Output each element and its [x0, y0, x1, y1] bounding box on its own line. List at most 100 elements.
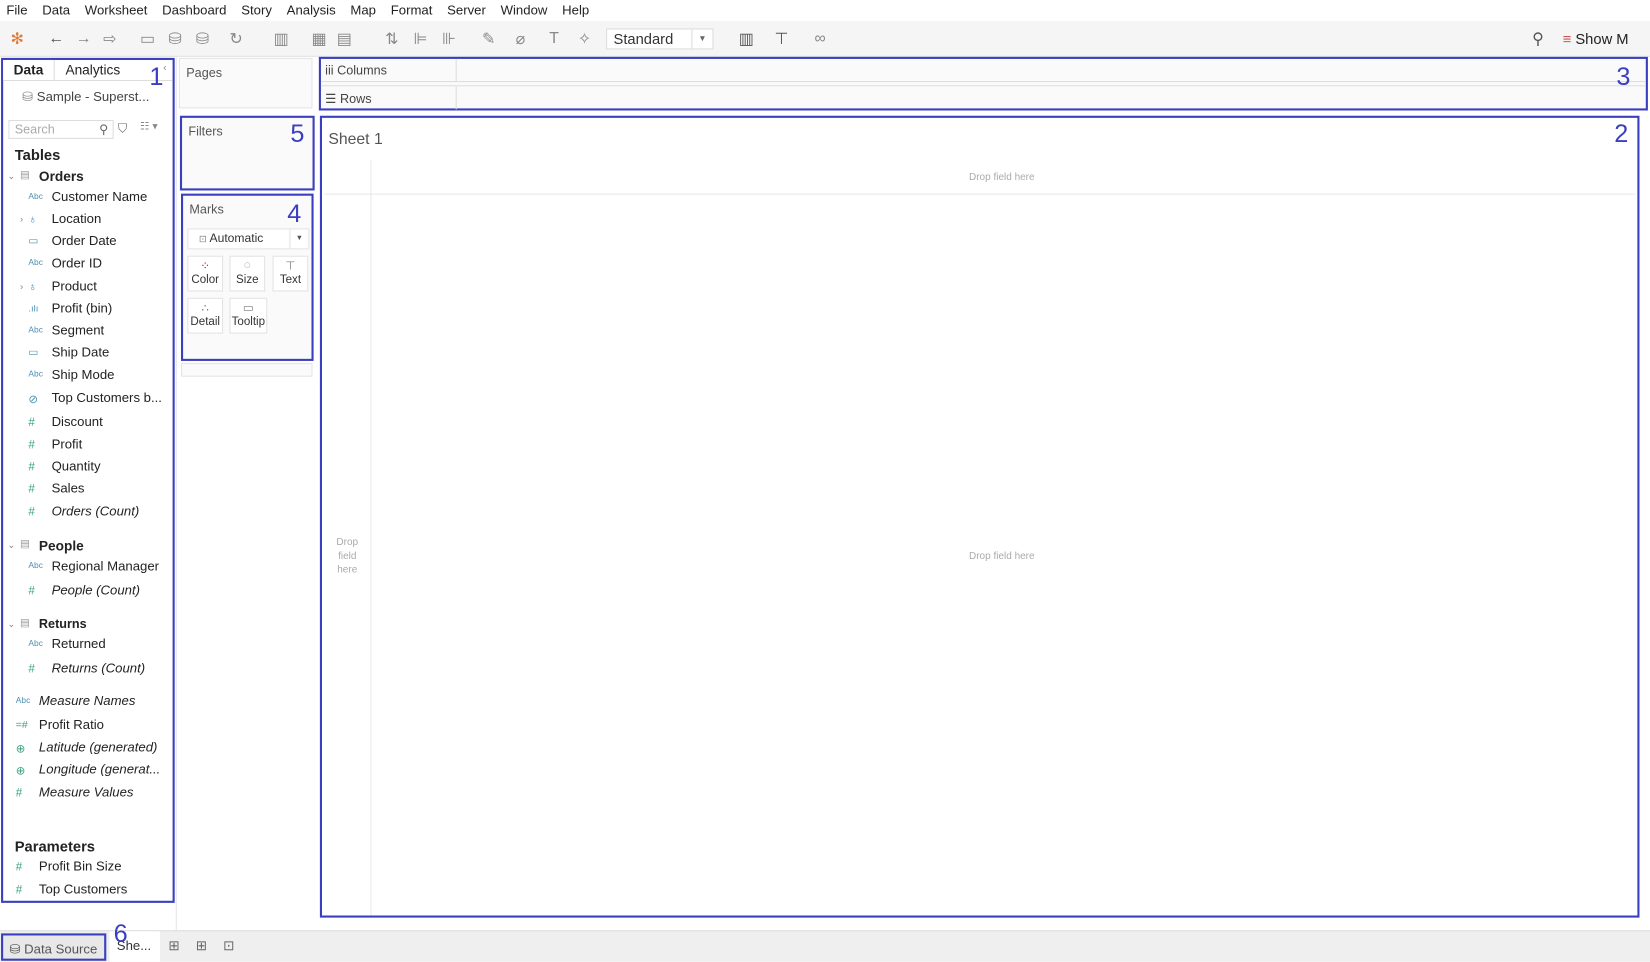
menu-analysis[interactable]: Analysis: [287, 3, 336, 18]
data-source-tab[interactable]: ⛁ Data Source: [1, 933, 107, 961]
refresh-icon[interactable]: ↻: [229, 29, 242, 49]
field-item[interactable]: Segment: [52, 323, 105, 338]
show-me-button[interactable]: ≡ Show M: [1563, 31, 1629, 48]
field-item[interactable]: Ship Mode: [52, 367, 115, 382]
rows-shelf[interactable]: ☰ Rows: [320, 85, 1646, 110]
group-icon[interactable]: ⌀: [516, 29, 526, 49]
field-item[interactable]: Profit Ratio: [39, 718, 104, 733]
collapse-icon[interactable]: ‹: [163, 62, 167, 74]
field-item[interactable]: Measure Names: [39, 693, 135, 708]
sort-desc-icon[interactable]: ⊪: [442, 29, 456, 49]
tables-header: Tables: [14, 146, 61, 164]
binoculars-icon[interactable]: ⚲: [1532, 29, 1544, 49]
field-item[interactable]: Latitude (generated): [39, 740, 157, 755]
field-item[interactable]: Top Customers: [39, 882, 127, 897]
detail-button[interactable]: ∴ Detail: [187, 297, 224, 334]
filter-icon[interactable]: ⛉: [118, 121, 127, 137]
new-worksheet-icon[interactable]: ▥: [274, 29, 289, 49]
tableau-logo-icon[interactable]: ✻: [11, 29, 24, 49]
chevron-right-icon[interactable]: ›: [20, 214, 23, 225]
color-button[interactable]: ⁘ Color: [187, 255, 224, 292]
highlight-icon[interactable]: ✎: [482, 29, 495, 49]
view-drop-zone[interactable]: Drop field here: [370, 550, 1633, 562]
columns-drop-zone[interactable]: Drop field here: [370, 172, 1633, 184]
fit-select[interactable]: Standard ▼: [606, 28, 714, 50]
bin-icon: .ılı: [28, 303, 39, 314]
field-item[interactable]: Quantity: [52, 459, 101, 474]
menu-file[interactable]: File: [6, 3, 27, 18]
clear-sheet-icon[interactable]: ▤: [337, 29, 352, 49]
tab-data[interactable]: Data: [3, 59, 55, 80]
table-icon: ▤: [19, 617, 30, 630]
share-icon[interactable]: ∞: [814, 29, 825, 47]
size-button[interactable]: ◌ Size: [229, 255, 266, 292]
pause-updates-icon[interactable]: ⛁: [196, 29, 209, 49]
field-item[interactable]: Measure Values: [39, 785, 134, 800]
save-icon[interactable]: ▭: [140, 29, 155, 49]
pages-card[interactable]: Pages: [178, 57, 313, 109]
field-item[interactable]: People (Count): [52, 583, 140, 598]
field-item[interactable]: Order ID: [52, 256, 102, 271]
new-story-icon[interactable]: ⊡: [223, 938, 234, 955]
menu-server[interactable]: Server: [447, 3, 486, 18]
tooltip-button[interactable]: ▭ Tooltip: [229, 297, 268, 334]
text-button[interactable]: ⊤ Text: [272, 255, 309, 292]
menu-dashboard[interactable]: Dashboard: [162, 3, 226, 18]
field-item[interactable]: Profit (bin): [52, 301, 113, 316]
field-item[interactable]: Sales: [52, 481, 85, 496]
field-item[interactable]: Top Customers b...: [52, 390, 162, 405]
sort-asc-icon[interactable]: ⊫: [414, 29, 428, 49]
menu-window[interactable]: Window: [501, 3, 548, 18]
swap-icon[interactable]: ⇅: [385, 29, 398, 49]
table-group[interactable]: People: [39, 538, 84, 554]
columns-shelf[interactable]: iii Columns: [320, 58, 1646, 83]
chevron-down-icon[interactable]: ⌄: [7, 619, 15, 631]
field-item[interactable]: Returned: [52, 637, 106, 652]
field-item[interactable]: Orders (Count): [52, 504, 140, 519]
chevron-down-icon[interactable]: ⌄: [7, 170, 15, 182]
abc-icon: Abc: [28, 191, 43, 201]
menu-map[interactable]: Map: [350, 3, 376, 18]
field-item[interactable]: Discount: [52, 415, 103, 430]
view-area[interactable]: Sheet 1 Drop field here Drop field here …: [319, 115, 1640, 918]
search-input[interactable]: Search ⚲: [8, 119, 114, 139]
field-item[interactable]: Customer Name: [52, 189, 148, 204]
new-worksheet-icon[interactable]: ⊞: [168, 938, 179, 955]
menu-format[interactable]: Format: [391, 3, 433, 18]
replay-icon[interactable]: ⇨: [103, 29, 116, 49]
field-item[interactable]: Longitude (generat...: [39, 762, 160, 777]
chevron-down-icon[interactable]: ⌄: [7, 540, 15, 552]
view-options-icon[interactable]: ☷ ▾: [140, 121, 158, 133]
field-item[interactable]: Returns (Count): [52, 661, 146, 676]
menu-data[interactable]: Data: [42, 3, 70, 18]
hash-icon: #: [28, 416, 35, 430]
mark-type-select[interactable]: ⊡ Automatic ▼: [187, 228, 310, 250]
field-item[interactable]: Ship Date: [52, 345, 110, 360]
hierarchy-icon: ♁: [28, 280, 38, 294]
menu-help[interactable]: Help: [562, 3, 589, 18]
show-cards-icon[interactable]: ▥: [739, 29, 754, 49]
datasource-item[interactable]: ⛁ Sample - Superst...: [22, 88, 149, 104]
tab-analytics[interactable]: Analytics: [55, 60, 131, 80]
new-dashboard-icon[interactable]: ⊞: [196, 938, 207, 955]
field-item[interactable]: Location: [52, 212, 102, 227]
new-datasource-icon[interactable]: ⛁: [168, 29, 181, 49]
undo-icon[interactable]: ←: [48, 29, 64, 47]
table-group[interactable]: Returns: [39, 617, 87, 632]
duplicate-sheet-icon[interactable]: ▦: [311, 29, 326, 49]
field-item[interactable]: Profit Bin Size: [39, 859, 122, 874]
redo-icon[interactable]: →: [76, 29, 92, 47]
labels-icon[interactable]: T: [549, 29, 559, 47]
table-group[interactable]: Orders: [39, 168, 84, 184]
pin-icon[interactable]: ✧: [578, 29, 591, 49]
field-item[interactable]: Order Date: [52, 234, 117, 249]
field-item[interactable]: Product: [52, 279, 97, 294]
menu-story[interactable]: Story: [241, 3, 272, 18]
field-item[interactable]: Regional Manager: [52, 559, 159, 574]
presentation-icon[interactable]: ⊤: [774, 29, 788, 49]
menu-worksheet[interactable]: Worksheet: [85, 3, 148, 18]
rows-drop-zone[interactable]: Drop field here: [330, 536, 364, 577]
chevron-right-icon[interactable]: ›: [20, 281, 23, 292]
toolbar: ✻ ← → ⇨ ▭ ⛁ ⛁ ↻ ▥ ▦ ▤ ⇅ ⊫ ⊪ ✎ ⌀ T ✧ Stan…: [0, 21, 1650, 57]
field-item[interactable]: Profit: [52, 437, 83, 452]
